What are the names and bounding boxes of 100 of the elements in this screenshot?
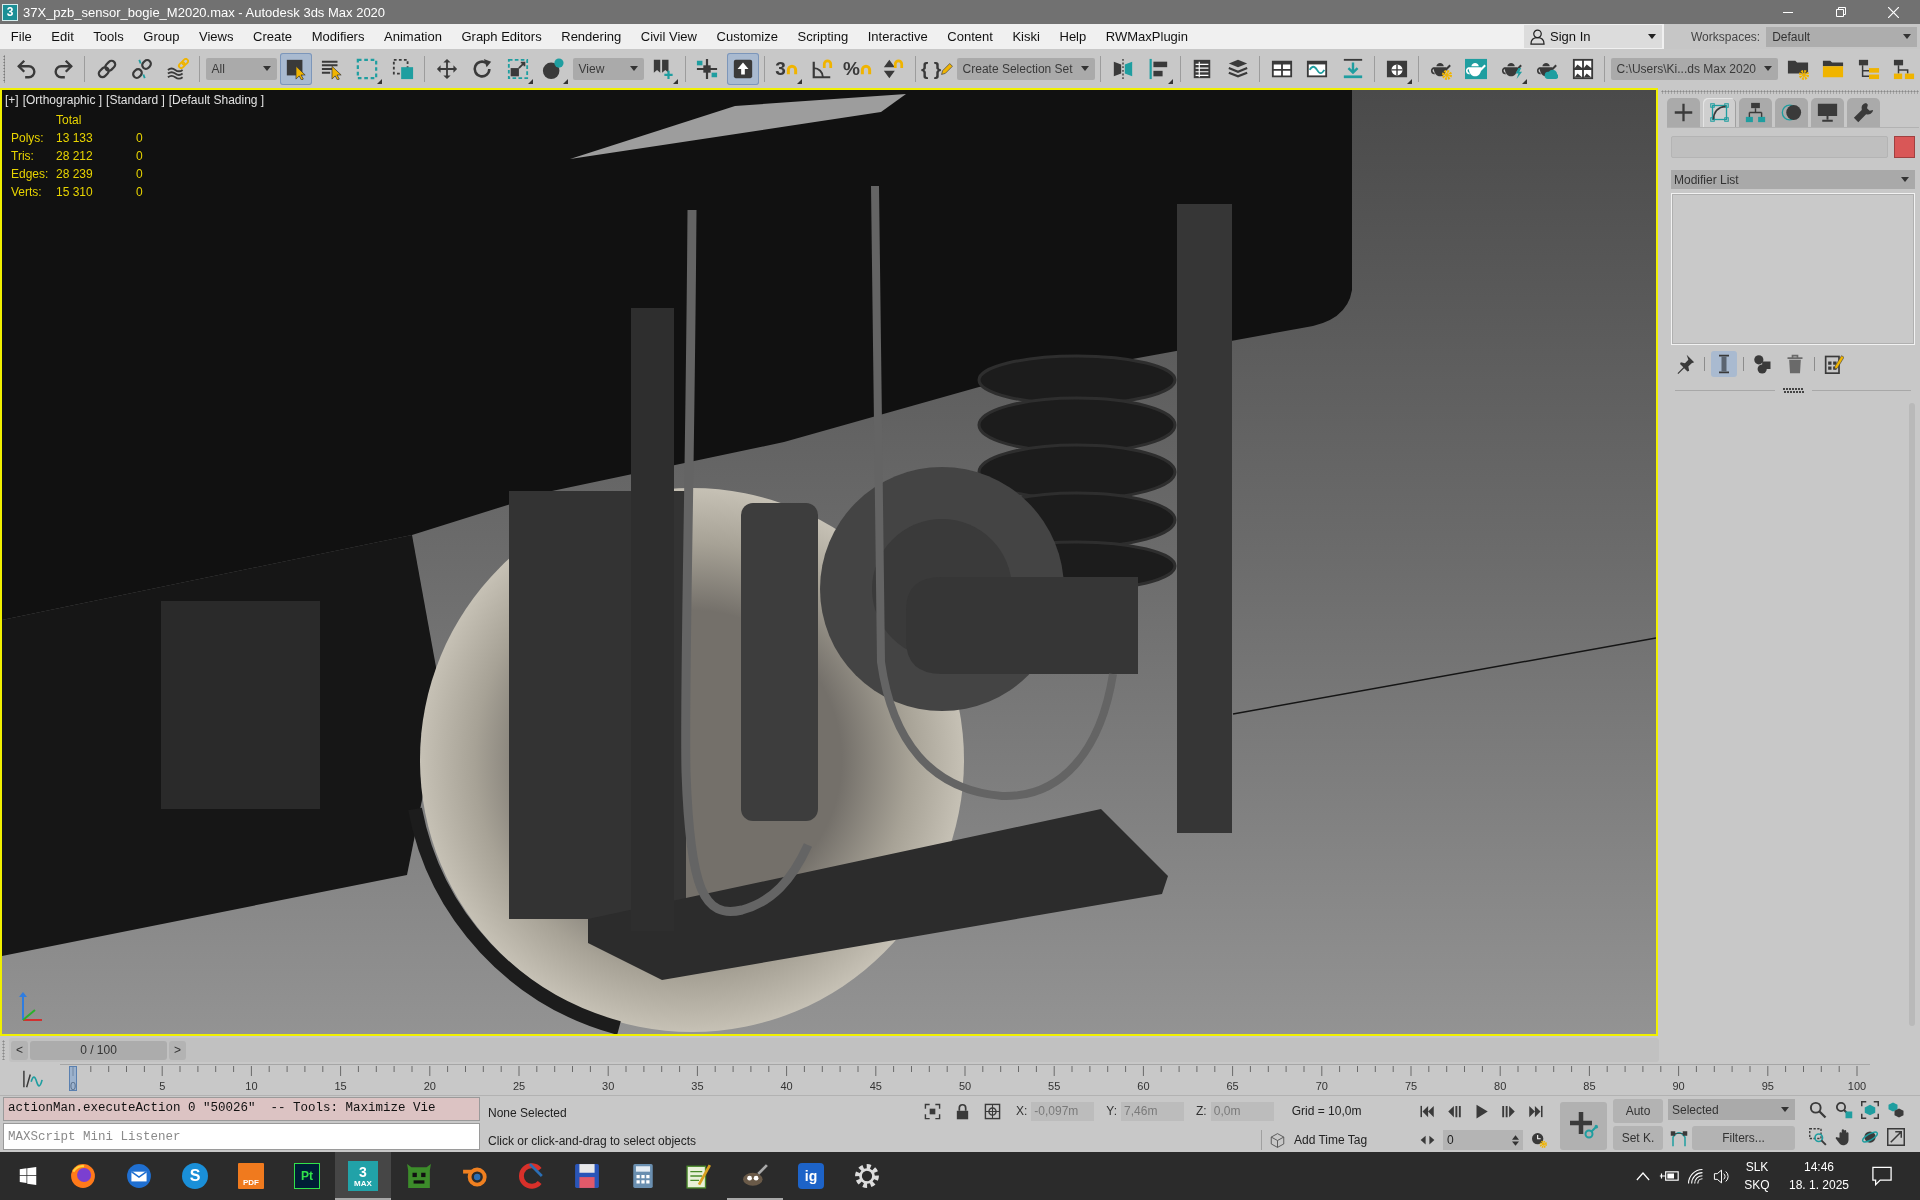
hexagons-icon — [1887, 1101, 1905, 1119]
menu-item[interactable]: Modifiers — [301, 26, 375, 47]
menu-item[interactable]: Animation — [374, 26, 452, 47]
viewport-navigation-button[interactable] — [1858, 1098, 1882, 1122]
caret-icon — [629, 66, 638, 71]
stats-label: Tris: — [11, 148, 35, 164]
viewport-menu-label[interactable]: [Default Shading ] — [168, 92, 265, 108]
panel-drag-handle[interactable] — [1661, 90, 1919, 94]
key-set-dropdown[interactable]: Selected — [1668, 1099, 1795, 1120]
transform-mode-button[interactable] — [982, 1101, 1002, 1121]
wifi-icon — [1686, 1167, 1704, 1185]
viewport-menu-label[interactable]: [Orthographic ] — [22, 92, 103, 108]
toolbar-button[interactable] — [280, 52, 313, 85]
grip-icon[interactable] — [1782, 388, 1804, 393]
menu-item[interactable]: File — [1, 26, 42, 47]
zoom-icon — [1809, 1101, 1827, 1119]
viewport-menu-label[interactable]: [+] — [5, 92, 19, 108]
dropdown[interactable]: C:\Users\Ki...ds Max 2020 — [1610, 57, 1778, 80]
cursor-square-icon — [285, 57, 308, 80]
auto-key-button[interactable]: Auto — [1613, 1099, 1663, 1123]
caret-icon — [1903, 34, 1912, 39]
toolbar-button[interactable]: { } — [921, 52, 954, 85]
taskbar-button[interactable]: Pt — [279, 1152, 335, 1200]
dropdown[interactable]: Create Selection Set — [956, 57, 1095, 80]
stats-value: 28 239 — [56, 166, 94, 182]
time-slider-thumb[interactable]: 0 / 100 — [30, 1040, 167, 1060]
frame-number: 25 — [512, 1080, 526, 1093]
track-bar[interactable]: 0 5 10 15 20 25 30 35 40 45 50 55 60 65 70 75 80 85 90 95 100 — [60, 1064, 1870, 1094]
skip-end-icon — [1527, 1103, 1543, 1119]
set-key-button[interactable] — [1560, 1102, 1607, 1150]
menu-item[interactable]: Content — [937, 26, 1003, 47]
arc-brush-icon — [518, 1163, 544, 1189]
menu-item[interactable]: Interactive — [857, 26, 938, 47]
step-forward-icon — [1500, 1103, 1516, 1119]
time-slider-track[interactable]: < 0 / 100 > — [9, 1038, 1659, 1062]
command-panel-tab[interactable] — [1775, 98, 1808, 127]
menu-item[interactable]: Rendering — [551, 26, 632, 47]
coordinate-label: Z: — [1196, 1104, 1207, 1118]
frame-number: 70 — [1315, 1080, 1328, 1093]
frame-field[interactable]: 0 — [1443, 1130, 1523, 1150]
app-tile: ig — [798, 1163, 824, 1189]
toolbar-button[interactable]: 3 — [770, 52, 803, 85]
menu-item[interactable]: Help — [1049, 26, 1097, 47]
menu-item[interactable]: RWMaxPlugin — [1096, 26, 1198, 47]
frame-number: 95 — [1761, 1080, 1774, 1093]
menu-item[interactable]: Edit — [41, 26, 84, 47]
command-panel-tab[interactable] — [1811, 98, 1844, 127]
modifier-list-dropdown[interactable]: Modifier List — [1671, 170, 1915, 189]
magnet-icon — [785, 62, 798, 75]
menu-item[interactable]: Graph Editors — [451, 26, 552, 47]
listener-input-field[interactable]: MAXScript Mini Listener — [3, 1123, 480, 1150]
sign-in-button[interactable]: Sign In — [1524, 25, 1662, 48]
filters-button[interactable]: Filters... — [1692, 1126, 1795, 1150]
close-icon — [1888, 6, 1899, 18]
command-panel-tab[interactable] — [1847, 98, 1880, 127]
toolbar-button[interactable] — [726, 52, 759, 85]
toolbar-grip-handle[interactable] — [3, 54, 5, 83]
menu-item[interactable]: Scripting — [787, 26, 858, 47]
plus-icon — [1673, 102, 1694, 123]
menu-item[interactable]: Group — [133, 26, 190, 47]
dropdown[interactable]: View — [572, 57, 644, 80]
trash-icon — [1785, 354, 1805, 374]
command-panel-tab[interactable] — [1739, 98, 1772, 127]
command-panel-tab[interactable] — [1667, 98, 1700, 127]
taskbar-button[interactable]: S — [167, 1152, 223, 1200]
language-indicator[interactable]: SLK SKQ — [1740, 1158, 1774, 1194]
time-slider-grip-handle[interactable] — [2, 1040, 5, 1060]
stack-button[interactable] — [1711, 351, 1737, 377]
clock-button[interactable]: 14:46 18. 1. 2025 — [1782, 1158, 1856, 1194]
menu-item[interactable]: Views — [189, 26, 244, 47]
menu-item[interactable]: Create — [243, 26, 302, 47]
frame-number: 80 — [1494, 1080, 1507, 1093]
next-frame-button[interactable]: > — [169, 1040, 186, 1060]
workspace-dropdown[interactable]: Default — [1766, 26, 1918, 47]
viewport-menu-label[interactable]: [Standard ] — [106, 92, 165, 108]
add-time-tag-button[interactable]: Add Time Tag — [1270, 1132, 1368, 1148]
arrow-down-tray-icon — [1341, 57, 1364, 80]
menu-item[interactable]: Tools — [83, 26, 134, 47]
isolate-button[interactable] — [922, 1101, 942, 1121]
current-frame-marker[interactable] — [69, 1066, 77, 1091]
monitor-icon — [1817, 102, 1838, 123]
app-tile: S — [182, 1163, 208, 1189]
app-tile: 3 — [2, 3, 18, 21]
menu-item[interactable]: Civil View — [631, 26, 707, 47]
menu-item[interactable]: Kiski — [1002, 26, 1050, 47]
grid-size-text: Grid = 10,0m — [1291, 1104, 1362, 1118]
previous-frame-button[interactable]: < — [11, 1040, 28, 1060]
command-panel-tab[interactable] — [1703, 98, 1736, 127]
stats-value: 0 — [136, 166, 144, 182]
taskbar-button[interactable]: ig — [783, 1152, 839, 1200]
listener-output-field[interactable]: actionMan.executeAction 0 "50026" -- Tools: Maximize Vie — [3, 1097, 480, 1121]
set-key-mode-button[interactable]: Set K. — [1613, 1126, 1663, 1150]
color-swatch-icon[interactable] — [1894, 136, 1915, 158]
stats-label: Polys: — [11, 130, 45, 146]
viewport-navigation-button[interactable] — [1884, 1125, 1908, 1149]
dropdown[interactable]: All — [205, 57, 277, 80]
toolbar-button[interactable]: % — [841, 52, 874, 85]
frame-number: 75 — [1404, 1080, 1418, 1093]
viewport[interactable]: [+] [Orthographic ] [Standard ] [Default Shading ] Total Polys: 13 133 0 Tris: 28 212 0 Edges: 28 239 0 Verts: 15 310 0 — [0, 88, 1658, 1036]
menu-item[interactable]: Customize — [706, 26, 788, 47]
